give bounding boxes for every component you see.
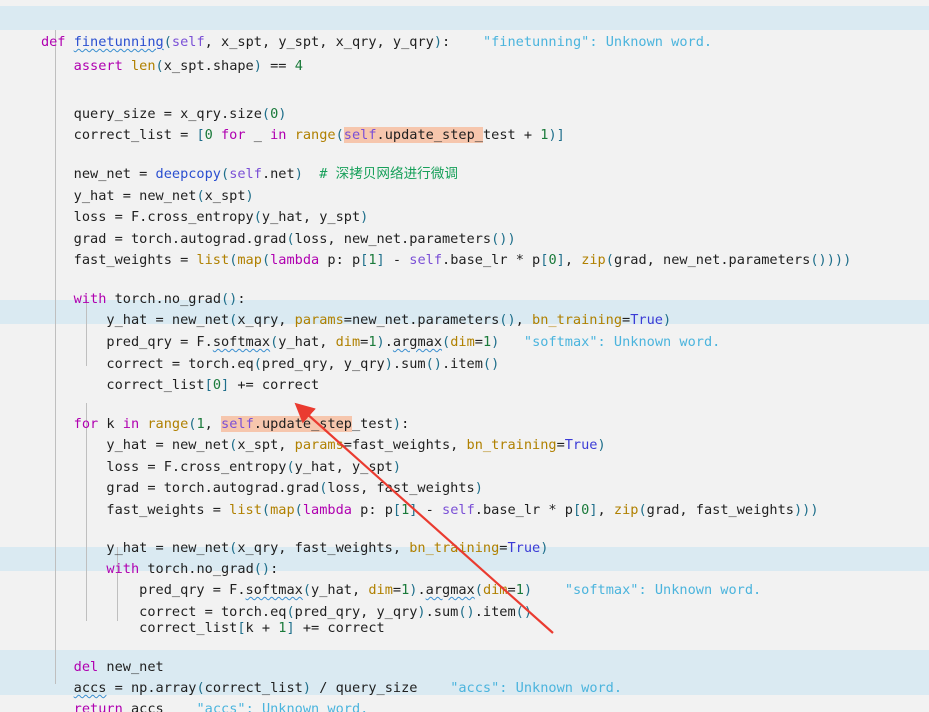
- token-keyword-return: return: [73, 701, 123, 712]
- annotation-accs-2: "accs": Unknown word.: [196, 701, 369, 712]
- code-line-14[interactable]: y_hat = new_net(x_qry, params=new_net.pa…: [0, 284, 929, 328]
- code-line-17[interactable]: correct_list[0] += correct: [0, 349, 929, 393]
- code-line-20[interactable]: y_hat = new_net(x_spt, params=fast_weigh…: [0, 409, 929, 453]
- token-accs-2: accs: [130, 701, 164, 712]
- code-line-5[interactable]: correct_list = [0 for _ in range(self.up…: [0, 99, 929, 143]
- code-line-2[interactable]: assert len(x_spt.shape) == 4: [0, 30, 929, 74]
- code-editor[interactable]: def finetunning(self, x_spt, y_spt, x_qr…: [0, 0, 929, 712]
- code-line-29[interactable]: correct_list[k + 1] += correct: [0, 592, 929, 636]
- code-line-33[interactable]: return accs "accs": Unknown word.: [0, 673, 929, 712]
- code-line-15[interactable]: pred_qry = F.softmax(y_hat, dim=1).argma…: [0, 306, 929, 350]
- token-keyword-assert: assert: [73, 58, 123, 74]
- code-line-11[interactable]: fast_weights = list(map(lambda p: p[1] -…: [0, 224, 929, 268]
- token-builtin-len: len: [130, 58, 156, 74]
- code-line-9[interactable]: loss = F.cross_entropy(y_hat, y_spt): [0, 181, 929, 225]
- code-line-27[interactable]: pred_qry = F.softmax(y_hat, dim=1).argma…: [0, 554, 929, 598]
- code-line-7[interactable]: new_net = deepcopy(self.net) new_net = d…: [0, 138, 929, 182]
- code-line-22[interactable]: grad = torch.autograd.grad(loss, fast_we…: [0, 452, 929, 496]
- code-line-23[interactable]: fast_weights = list(map(lambda p: p[1] -…: [0, 474, 929, 518]
- code-line-1[interactable]: def finetunning(self, x_spt, y_spt, x_qr…: [0, 6, 929, 50]
